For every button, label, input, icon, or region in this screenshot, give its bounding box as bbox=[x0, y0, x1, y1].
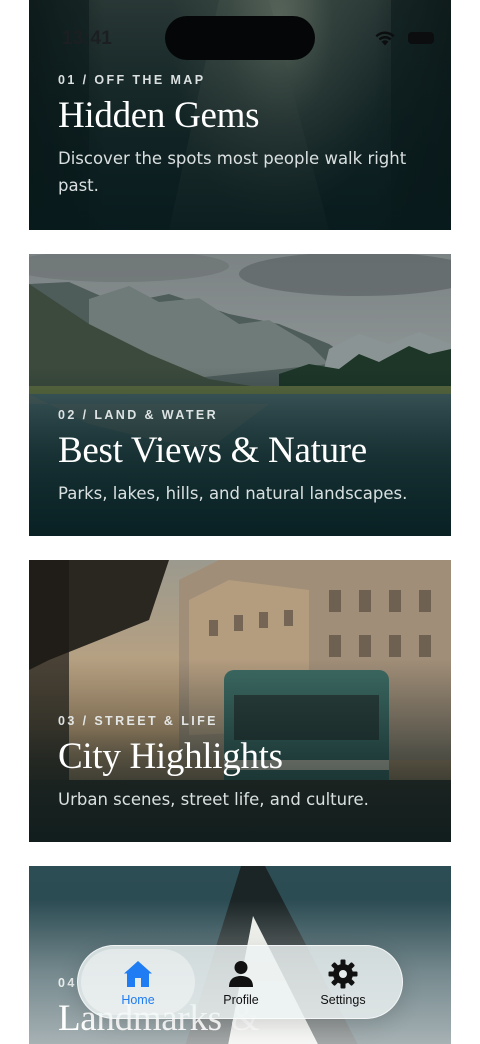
card-title: City Highlights bbox=[58, 736, 283, 777]
card-title: Hidden Gems bbox=[58, 95, 260, 136]
card-text: 01 / OFF THE MAP Hidden Gems Discover th… bbox=[58, 73, 427, 199]
tab-settings[interactable]: Settings bbox=[293, 958, 393, 1010]
tab-label: Home bbox=[121, 993, 155, 1007]
house-icon bbox=[124, 961, 152, 987]
dynamic-island bbox=[165, 16, 315, 60]
card-subtitle: Parks, lakes, hills, and natural landsca… bbox=[58, 484, 408, 504]
card-title: Best Views & Nature bbox=[58, 430, 367, 471]
card-text: 03 / STREET & LIFE City Highlights Urban… bbox=[58, 714, 427, 814]
card-subtitle: Discover the spots most people walk righ… bbox=[58, 149, 407, 195]
tab-bar: Home Profile Settings bbox=[77, 945, 403, 1019]
card-number: 01 / OFF THE MAP bbox=[58, 73, 206, 87]
category-card-city-highlights[interactable]: 03 / STREET & LIFE City Highlights Urban… bbox=[29, 560, 451, 842]
status-time: 13:41 bbox=[62, 28, 113, 49]
person-icon bbox=[229, 961, 253, 987]
battery-icon bbox=[408, 32, 434, 44]
card-number: 02 / LAND & WATER bbox=[58, 408, 219, 422]
tab-home[interactable]: Home bbox=[88, 958, 188, 1010]
tab-label: Settings bbox=[320, 993, 366, 1007]
card-text: 02 / LAND & WATER Best Views & Nature Pa… bbox=[58, 408, 427, 508]
card-number: 03 / STREET & LIFE bbox=[58, 714, 218, 728]
card-subtitle: Urban scenes, street life, and culture. bbox=[58, 790, 369, 810]
screen: 13:41 01 / OFF THE MAP Hidden Gems Disco… bbox=[0, 0, 480, 1044]
category-card-best-views[interactable]: 02 / LAND & WATER Best Views & Nature Pa… bbox=[29, 254, 451, 536]
status-icons bbox=[374, 30, 434, 46]
wifi-icon bbox=[375, 31, 395, 46]
gear-icon bbox=[328, 959, 358, 989]
tab-profile[interactable]: Profile bbox=[191, 958, 291, 1010]
tab-label: Profile bbox=[223, 993, 259, 1007]
